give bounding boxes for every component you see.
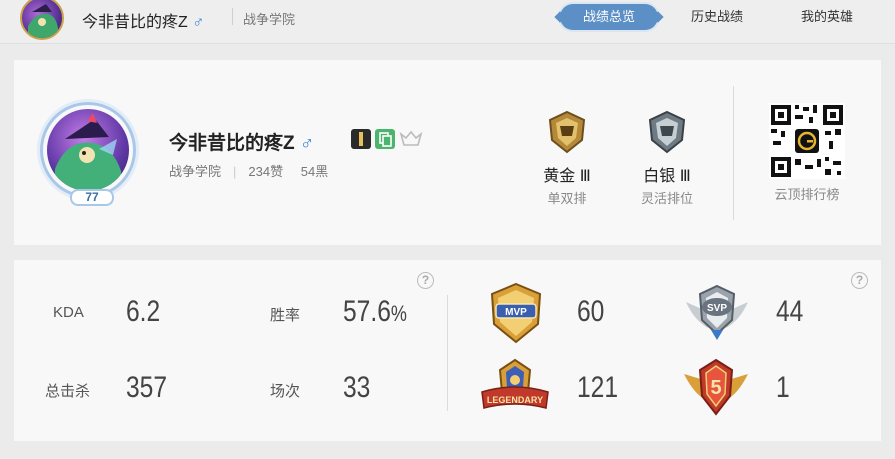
- mvp-badge-text: MVP: [505, 307, 527, 318]
- profile-summoner-name: 今非昔比的疼Z ♂: [169, 133, 315, 154]
- flex-rank[interactable]: 白银 Ⅲ 灵活排位: [627, 110, 707, 207]
- gold-rank-emblem: [546, 110, 588, 154]
- vip-icon[interactable]: [399, 129, 423, 149]
- flex-rank-queue: 灵活排位: [640, 191, 693, 206]
- silver-rank-emblem: [646, 110, 688, 154]
- total-kills-label: 总击杀: [45, 383, 91, 400]
- mvp-count: 60: [577, 295, 605, 328]
- legendary-badge-text: LEGENDARY: [487, 395, 543, 405]
- qr-label: 云顶排行榜: [774, 187, 840, 202]
- tab-my-champions[interactable]: 我的英雄: [784, 4, 870, 30]
- games-value: 33: [343, 371, 371, 404]
- svp-badge-text: SVP: [707, 303, 727, 314]
- help-icon[interactable]: ?: [417, 272, 434, 289]
- top-server-name: 战争学院: [243, 12, 296, 27]
- rank-badge-icon[interactable]: [351, 129, 371, 149]
- winrate-value: 57.6%: [343, 295, 407, 328]
- mvp-badge-icon: MVP: [484, 280, 548, 351]
- qr-code-icon[interactable]: [769, 103, 845, 179]
- legendary-count: 121: [577, 371, 619, 404]
- profile-info-line: 战争学院 | 234赞 54黑: [169, 164, 329, 179]
- stats-card: ? ? KDA 6.2 胜率 57.6% 总击杀 357 场次 33 MVP 6…: [14, 260, 881, 441]
- level-badge: 77: [70, 189, 114, 206]
- profile-avatar-frame: [40, 102, 136, 198]
- solo-rank[interactable]: 黄金 Ⅲ 单双排: [527, 110, 607, 207]
- tab-overview[interactable]: 战绩总览: [560, 4, 658, 30]
- divider: [733, 86, 734, 220]
- blacks-count: 54黑: [300, 164, 329, 179]
- penta-kill-count: 1: [776, 371, 790, 404]
- copy-icon[interactable]: [375, 129, 395, 149]
- solo-rank-tier: 黄金 Ⅲ: [543, 168, 591, 185]
- games-label: 场次: [270, 383, 301, 400]
- kda-label: KDA: [53, 304, 84, 321]
- top-avatar[interactable]: [20, 0, 64, 40]
- help-icon[interactable]: ?: [851, 272, 868, 289]
- divider: [447, 295, 448, 411]
- profile-avatar[interactable]: [47, 109, 129, 191]
- svp-badge-icon: SVP: [682, 280, 752, 351]
- male-icon: ♂: [299, 133, 315, 154]
- solo-rank-queue: 单双排: [547, 191, 587, 206]
- divider: [232, 8, 233, 25]
- kda-value: 6.2: [126, 295, 161, 328]
- profile-server: 战争学院: [169, 164, 222, 179]
- penta-kill-badge-icon: 5: [680, 356, 752, 425]
- tab-match-history[interactable]: 历史战绩: [674, 4, 760, 30]
- winrate-label: 胜率: [270, 307, 301, 324]
- flex-rank-tier: 白银 Ⅲ: [643, 168, 691, 185]
- legendary-badge-icon: LEGENDARY: [476, 356, 554, 425]
- top-bar: 今非昔比的疼Z ♂ 战争学院 战绩总览 历史战绩 我的英雄: [0, 0, 895, 44]
- penta-badge-text: 5: [710, 377, 721, 399]
- likes-count: 234赞: [248, 164, 284, 179]
- svp-count: 44: [776, 295, 804, 328]
- total-kills-value: 357: [126, 371, 168, 404]
- top-summoner-name: 今非昔比的疼Z ♂: [82, 14, 205, 31]
- male-icon: ♂: [192, 14, 205, 31]
- profile-card: 77 今非昔比的疼Z ♂ 战争学院 | 234赞 54黑 黄金 Ⅲ 单双排 白银…: [14, 60, 881, 245]
